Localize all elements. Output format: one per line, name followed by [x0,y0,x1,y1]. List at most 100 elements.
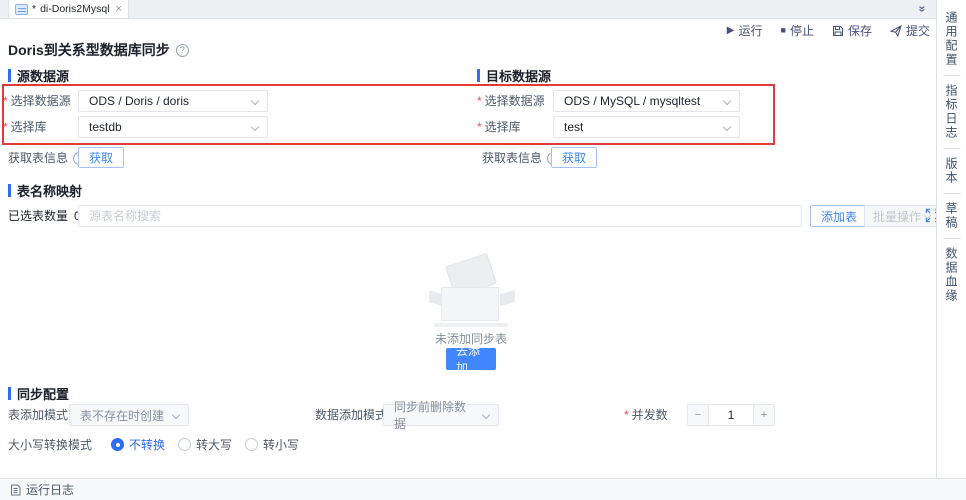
add-table-button[interactable]: 添加表 [810,205,869,227]
radio-uppercase[interactable]: 转大写 [178,436,232,453]
tab-bar: * di-Doris2Mysql × » [0,0,936,19]
table-add-mode-value: 表不存在时创建 [80,408,165,423]
mapping-header-text: 表名称映射 [17,184,83,199]
sidebar-item-data-lineage[interactable]: 数据血缘 [943,241,960,309]
document-icon [11,484,21,495]
source-fetch-button[interactable]: 获取 [78,147,125,168]
source-fetch-label: 获取表信息 [8,147,87,169]
data-add-mode-select[interactable]: 同步前删除数据 [383,400,499,431]
radio-no-convert[interactable]: 不转换 [111,436,165,453]
concurrency-stepper: − 1 + [687,404,775,426]
section-accent-bar [477,69,480,82]
case-mode-label: 大小写转换模式 [8,438,93,452]
chevron-down-icon [722,96,732,106]
run-button[interactable]: ▶ 运行 [727,22,763,39]
target-fetch-button[interactable]: 获取 [551,147,598,168]
source-datasource-label: 选择数据源 [3,90,71,112]
table-add-mode-select[interactable]: 表不存在时创建 [69,404,189,426]
radio-icon [178,438,192,451]
stepper-minus-button[interactable]: − [687,404,709,426]
play-icon: ▶ [726,24,735,36]
mapping-section-header: 表名称映射 [8,181,82,200]
sidebar-item-draft[interactable]: 草稿 [943,196,960,236]
data-add-mode-label: 数据添加模式 [315,408,388,422]
table-add-mode-label: 表添加模式 [8,408,69,422]
chevron-down-icon [250,96,260,106]
save-label: 保存 [847,24,872,38]
page-title: Doris到关系型数据库同步 [8,40,189,60]
tab-close-icon[interactable]: × [116,3,122,15]
source-section-header: 源数据源 [8,66,69,85]
target-datasource-select[interactable]: ODS / MySQL / mysqltest [553,90,740,112]
sidebar-divider [942,193,961,194]
target-section-header: 目标数据源 [477,66,551,85]
sync-section-header: 同步配置 [8,384,69,403]
source-header-text: 源数据源 [17,69,70,84]
chevron-down-icon [481,410,491,420]
radio-selected-icon [111,438,124,451]
illustration-shadow [434,323,508,327]
concurrency-label: 并发数 [624,404,668,426]
run-label: 运行 [738,24,763,38]
tab-title: di-Doris2Mysql [40,3,110,15]
sidebar-divider [942,148,961,149]
section-accent-bar [8,69,11,82]
radio-label: 转小写 [263,438,300,452]
chevron-down-icon [722,122,732,132]
stepper-plus-button[interactable]: + [753,404,775,426]
sidebar-item-metric-log[interactable]: 指标日志 [943,78,960,146]
source-db-value: testdb [89,120,122,134]
target-fetch-label: 获取表信息 [482,147,561,169]
source-datasource-select[interactable]: ODS / Doris / doris [78,90,268,112]
panel-collapse-icon[interactable]: » [916,6,930,13]
target-datasource-value: ODS / MySQL / mysqltest [564,94,701,108]
sidebar-item-version[interactable]: 版本 [943,151,960,191]
data-add-mode-value: 同步前删除数据 [394,400,467,431]
table-search-input[interactable] [78,205,802,227]
stop-icon: ■ [780,25,786,35]
sidebar-item-general-config[interactable]: 通用配置 [943,5,960,73]
run-log-label: 运行日志 [26,483,75,497]
chevron-down-icon [171,410,181,420]
help-icon[interactable] [175,43,189,57]
submit-label: 提交 [905,24,930,38]
radio-label: 转大写 [196,438,233,452]
empty-box-illustration [429,252,515,327]
save-button[interactable]: 保存 [832,22,872,39]
source-db-label: 选择库 [3,116,47,138]
page-title-text: Doris到关系型数据库同步 [8,42,170,58]
source-datasource-value: ODS / Doris / doris [89,94,190,108]
target-db-value: test [564,120,584,134]
target-db-label: 选择库 [477,116,521,138]
radio-label: 不转换 [129,438,166,452]
section-accent-bar [8,387,11,400]
target-db-select[interactable]: test [553,116,740,138]
submit-icon [889,24,902,37]
stop-label: 停止 [789,24,814,38]
node-type-icon [15,3,28,15]
target-datasource-label: 选择数据源 [477,90,545,112]
go-add-button[interactable]: 去添加 [446,344,496,375]
section-accent-bar [8,184,11,197]
stop-button[interactable]: ■ 停止 [781,22,814,39]
illustration-flap [500,289,515,307]
tab-modified-marker: * [32,3,37,15]
tab-di-doris2mysql[interactable]: * di-Doris2Mysql × [8,0,129,18]
illustration-base [441,287,499,321]
radio-lowercase[interactable]: 转小写 [245,436,299,453]
concurrency-value[interactable]: 1 [709,404,753,426]
source-db-select[interactable]: testdb [78,116,268,138]
sync-header-text: 同步配置 [17,387,70,402]
run-log-bar[interactable]: 运行日志 [0,478,966,500]
save-icon [832,25,843,36]
sidebar-divider [942,75,961,76]
right-sidebar: 通用配置 指标日志 版本 草稿 数据血缘 [936,0,966,500]
radio-icon [245,438,259,451]
action-toolbar: ▶ 运行 ■ 停止 保存 提交 [727,22,930,39]
selected-count-label: 已选表数量 [8,209,69,223]
chevron-down-icon [250,122,260,132]
sidebar-divider [942,238,961,239]
case-mode-radio-group: 不转换 转大写 转小写 [111,436,299,453]
submit-button[interactable]: 提交 [889,22,930,39]
target-header-text: 目标数据源 [486,69,552,84]
